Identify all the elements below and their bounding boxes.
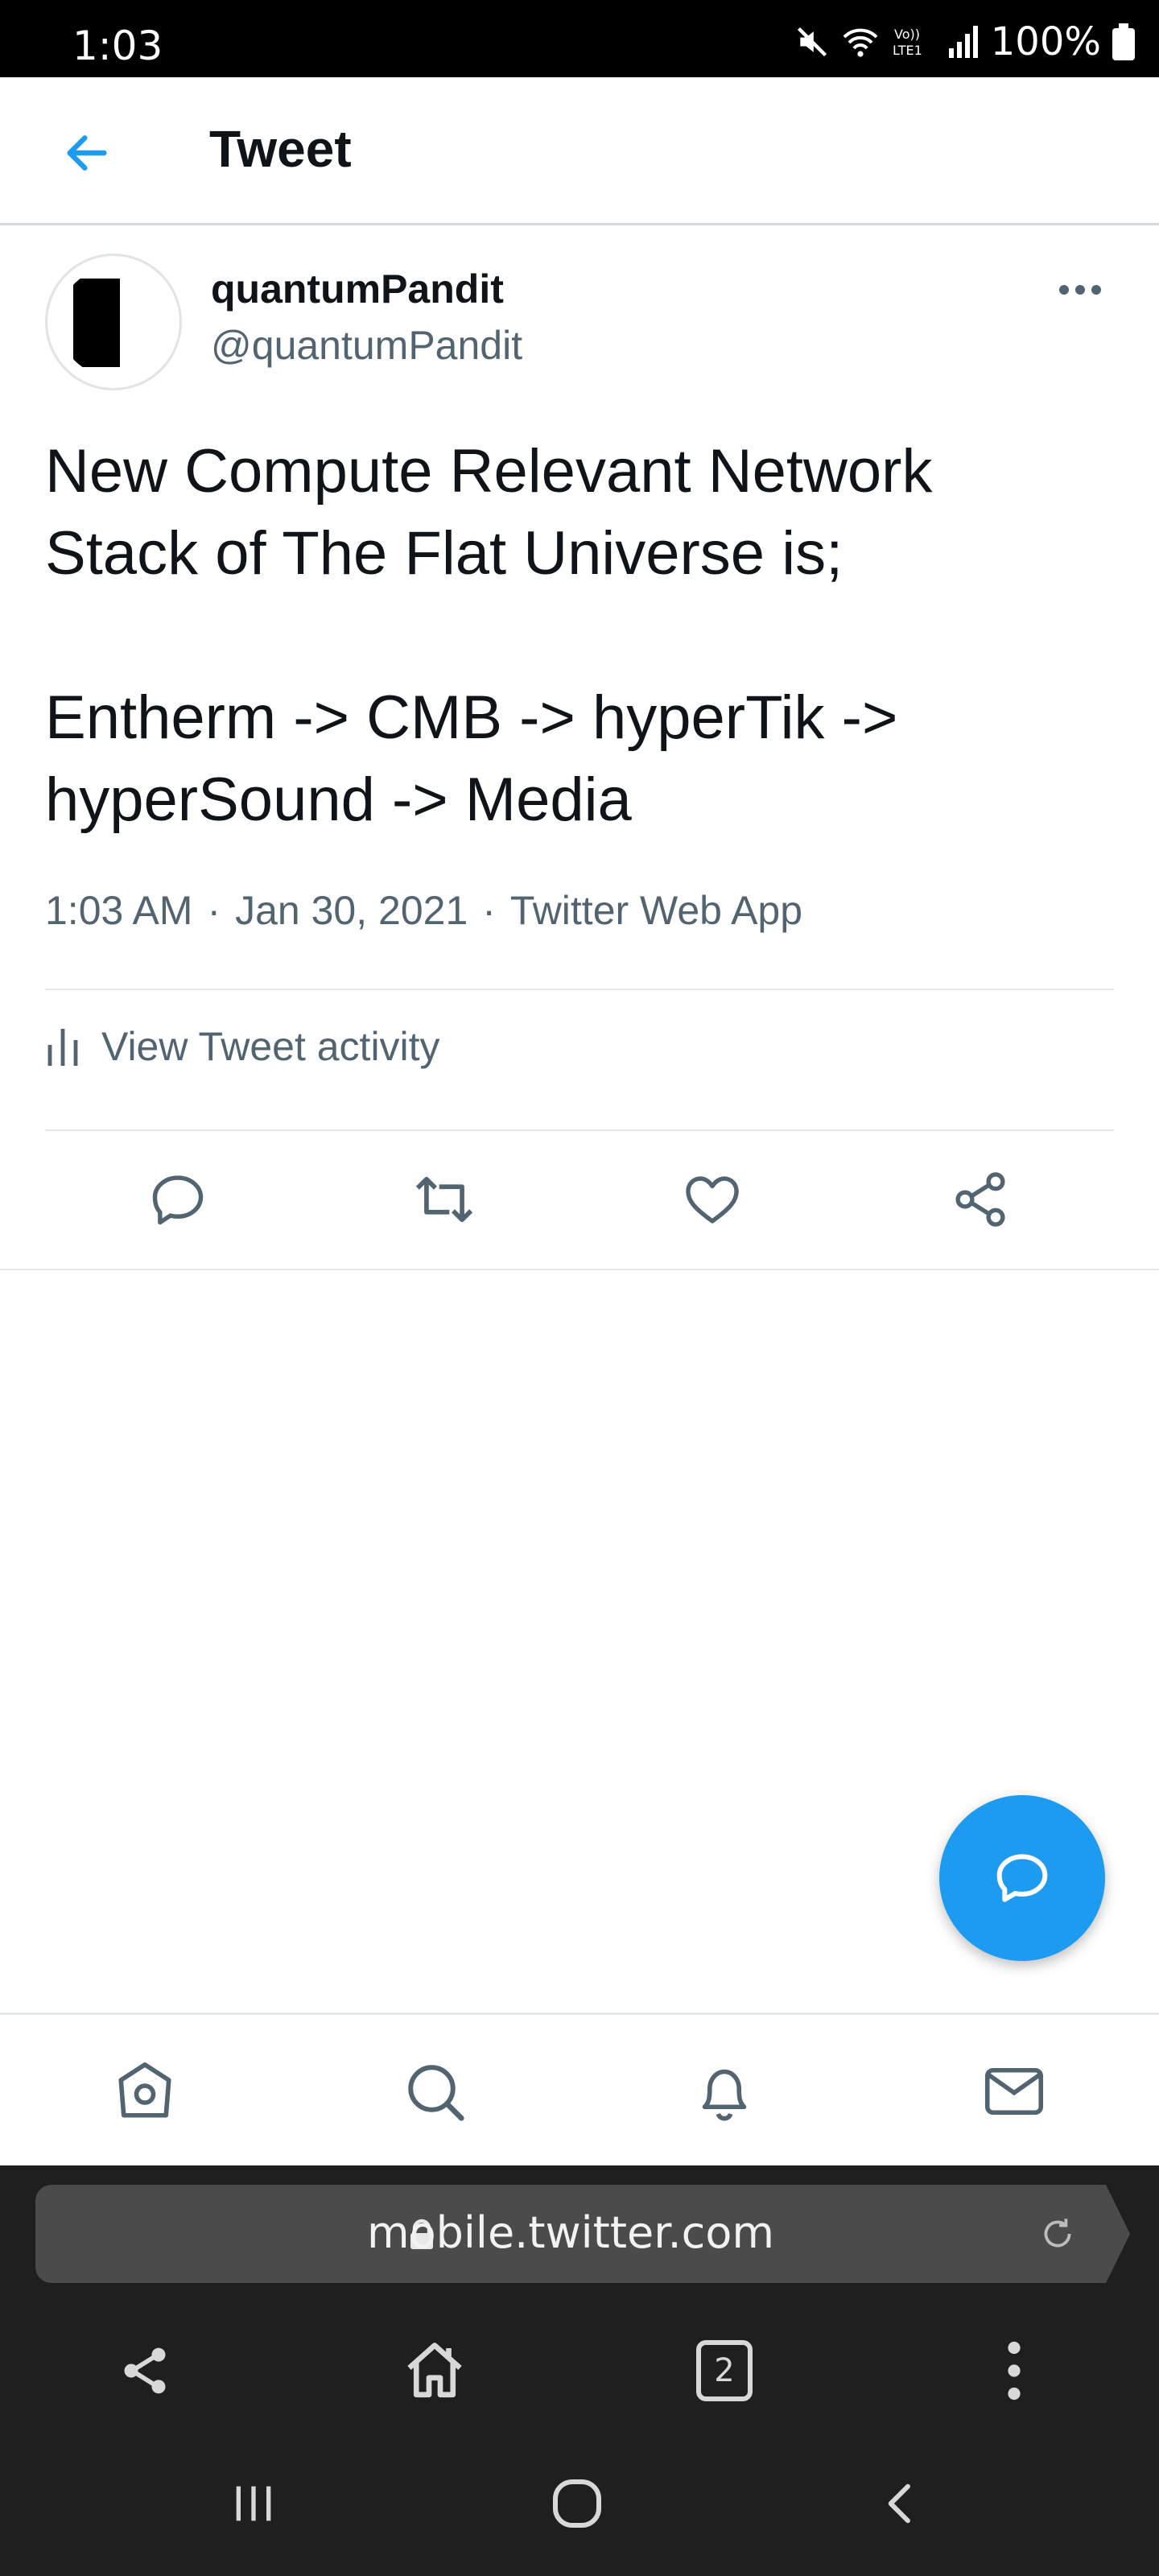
tweet-text: New Compute Relevant Network Stack of Th… xyxy=(45,437,933,834)
tweet-source[interactable]: Twitter Web App xyxy=(510,887,802,934)
back-button-system[interactable] xyxy=(853,2463,950,2544)
bell-icon xyxy=(702,2069,747,2121)
browser-home-button[interactable] xyxy=(390,2326,479,2415)
tweet-date: Jan 30, 2021 xyxy=(235,888,468,933)
home-circle-icon xyxy=(553,2479,601,2528)
page-title: Tweet xyxy=(209,120,352,178)
svg-text:LTE1: LTE1 xyxy=(893,43,922,58)
share-icon xyxy=(955,1172,1005,1227)
author-handle[interactable]: @quantumPandit xyxy=(211,322,522,369)
browser-tabs-button[interactable]: 2 xyxy=(680,2326,769,2415)
volte-icon: Vo))LTE1 xyxy=(893,27,922,58)
reply-button[interactable] xyxy=(134,1159,222,1240)
home-icon xyxy=(118,2062,171,2118)
avatar[interactable] xyxy=(45,254,182,390)
analytics-icon xyxy=(47,1029,78,1066)
avatar-shape xyxy=(73,279,120,367)
mail-icon xyxy=(984,2067,1044,2116)
meta-separator: · xyxy=(207,888,221,933)
back-chevron-icon xyxy=(888,2483,910,2524)
address-bar[interactable]: mobile.twitter.com xyxy=(35,2185,1106,2283)
home-icon xyxy=(407,2343,462,2398)
wifi-icon xyxy=(843,28,878,57)
heart-icon xyxy=(686,1176,739,1224)
status-bar: 1:03 Vo)) LTE1 100% xyxy=(0,0,1159,77)
battery-percentage: 100% xyxy=(990,19,1101,64)
svg-text:Vo)): Vo)) xyxy=(894,27,920,42)
compose-reply-icon xyxy=(996,1854,1048,1902)
top-app-bar: Tweet xyxy=(0,77,1159,225)
nav-home[interactable] xyxy=(101,2051,189,2132)
address-bar-arrow xyxy=(1106,2185,1130,2283)
divider xyxy=(45,989,1114,990)
browser-menu-button[interactable] xyxy=(970,2326,1058,2415)
author-name[interactable]: quantumPandit xyxy=(211,266,504,312)
more-vertical-icon xyxy=(1008,2341,1021,2401)
recent-apps-button[interactable] xyxy=(205,2463,302,2544)
retweet-button[interactable] xyxy=(400,1159,489,1240)
system-navigation-bar xyxy=(0,2415,1159,2576)
back-arrow-icon xyxy=(67,135,107,171)
share-icon xyxy=(124,2347,166,2394)
activity-label: View Tweet activity xyxy=(101,1024,440,1069)
battery-icon xyxy=(1112,23,1135,60)
tweet-actions xyxy=(0,1127,1159,1272)
share-button[interactable] xyxy=(936,1159,1025,1240)
recents-icon xyxy=(236,2486,271,2521)
signal-icon xyxy=(948,26,978,58)
bottom-navigation xyxy=(0,2013,1159,2165)
divider xyxy=(0,1269,1159,1270)
more-horizontal-icon xyxy=(1059,285,1101,295)
reload-icon[interactable] xyxy=(1037,2214,1078,2254)
status-time: 1:03 xyxy=(72,23,163,69)
nav-messages[interactable] xyxy=(970,2051,1058,2132)
url-text: mobile.twitter.com xyxy=(367,2207,774,2258)
tweet-time: 1:03 AM xyxy=(45,888,193,933)
home-button[interactable] xyxy=(529,2463,625,2544)
like-button[interactable] xyxy=(668,1159,757,1240)
nav-notifications[interactable] xyxy=(680,2051,769,2132)
nav-search[interactable] xyxy=(390,2051,479,2132)
avatar-image xyxy=(59,267,168,377)
search-icon xyxy=(408,2065,464,2121)
mute-icon xyxy=(797,27,827,57)
more-options-button[interactable] xyxy=(1048,266,1112,314)
reply-icon xyxy=(152,1175,204,1225)
compose-reply-button[interactable] xyxy=(939,1795,1105,1961)
tab-count: 2 xyxy=(696,2340,753,2401)
meta-separator: · xyxy=(482,888,496,933)
view-tweet-activity-button[interactable]: View Tweet activity xyxy=(45,1006,440,1087)
browser-share-button[interactable] xyxy=(101,2326,189,2415)
back-button[interactable] xyxy=(56,122,118,184)
retweet-icon xyxy=(415,1176,473,1223)
status-icons: Vo)) LTE1 100% xyxy=(794,19,1135,64)
tweet-metadata: 1:03 AM · Jan 30, 2021 · Twitter Web App xyxy=(45,887,802,934)
